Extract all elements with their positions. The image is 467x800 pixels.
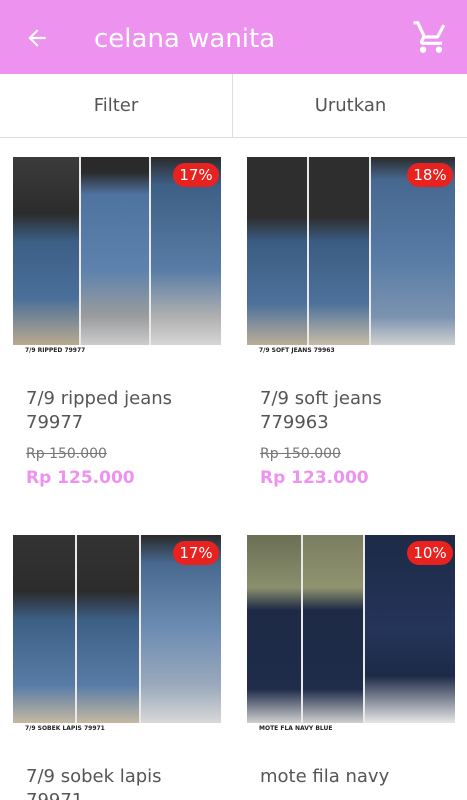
original-price: Rp 150.000 (260, 446, 341, 462)
sale-price: Rp 125.000 (26, 468, 135, 488)
original-price: Rp 150.000 (26, 446, 107, 462)
product-name: 7/9 soft jeans 779963 (260, 388, 382, 433)
product-image[interactable]: MOTE FLA NAVY BLUE 10% (247, 535, 455, 735)
arrow-back-icon[interactable] (24, 25, 50, 51)
discount-badge: 10% (407, 541, 453, 565)
discount-badge: 18% (407, 163, 453, 187)
filter-button[interactable]: Filter (0, 74, 233, 137)
image-caption: 7/9 SOFT JEANS 79963 (247, 345, 455, 357)
product-card[interactable]: MOTE FLA NAVY BLUE 10% mote fila navy (247, 535, 455, 789)
app-bar: celana wanita (0, 0, 467, 74)
discount-badge: 17% (173, 541, 219, 565)
product-name: 7/9 ripped jeans 79977 (26, 388, 173, 433)
product-card[interactable]: 7/9 SOBEK LAPIS 79971 17% 7/9 sobek lapi… (13, 535, 221, 800)
shopping-cart-icon[interactable] (412, 18, 450, 56)
sale-price: Rp 123.000 (260, 468, 369, 488)
discount-badge: 17% (173, 163, 219, 187)
product-card[interactable]: 7/9 SOFT JEANS 79963 18% 7/9 soft jeans … (247, 157, 455, 488)
page-title: celana wanita (94, 24, 276, 54)
product-card[interactable]: 7/9 RIPPED 79977 17% 7/9 ripped jeans 79… (13, 157, 221, 488)
image-caption: 7/9 SOBEK LAPIS 79971 (13, 723, 221, 735)
product-image[interactable]: 7/9 SOBEK LAPIS 79971 17% (13, 535, 221, 735)
product-name: mote fila navy (260, 766, 390, 787)
image-caption: 7/9 RIPPED 79977 (13, 345, 221, 357)
product-name: 7/9 sobek lapis 79971 (26, 766, 162, 800)
filter-sort-bar: Filter Urutkan (0, 74, 467, 138)
image-caption: MOTE FLA NAVY BLUE (247, 723, 455, 735)
product-image[interactable]: 7/9 SOFT JEANS 79963 18% (247, 157, 455, 357)
sort-button[interactable]: Urutkan (234, 74, 467, 137)
product-image[interactable]: 7/9 RIPPED 79977 17% (13, 157, 221, 357)
